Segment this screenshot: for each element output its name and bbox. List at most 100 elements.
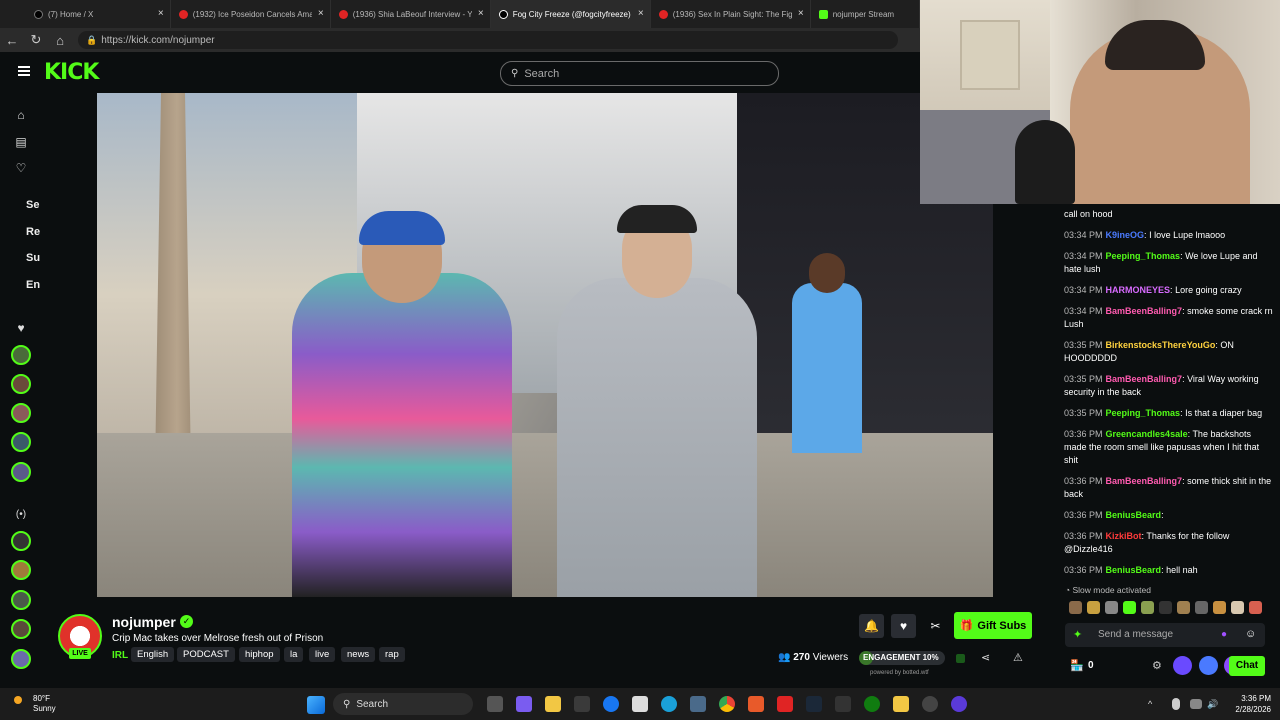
browse-icon[interactable]: ▤ [13, 134, 29, 150]
youtube-icon[interactable] [777, 696, 793, 712]
browser-tab[interactable]: (1936) Shia LaBeouf Interview - Yo × [331, 0, 491, 28]
chat-username[interactable]: HARMONEYES [1106, 285, 1171, 295]
share-icon[interactable]: ⋖ [981, 651, 990, 664]
settings-gear-icon[interactable]: ⚙ [1152, 659, 1162, 672]
browser-tab[interactable]: (1932) Ice Poseidon Cancels Amaz × [171, 0, 331, 28]
emoji-icon[interactable]: ☺ [1245, 628, 1256, 640]
close-icon[interactable]: × [478, 8, 484, 19]
emote[interactable] [1087, 601, 1100, 614]
close-icon[interactable]: × [638, 8, 644, 19]
chat-username[interactable]: BamBeenBalling7 [1106, 374, 1183, 384]
chevron-up-icon[interactable]: ^ [1148, 699, 1158, 709]
emote[interactable] [1177, 601, 1190, 614]
notes-icon[interactable] [893, 696, 909, 712]
chat-username[interactable]: BirkenstocksThereYouGo [1106, 340, 1216, 350]
send-message-input[interactable]: ✦ Send a message ● ☺ [1065, 623, 1265, 647]
chat-username[interactable]: Peeping_Thomas [1106, 251, 1181, 261]
taskbar-search[interactable]: ⚲ Search [333, 693, 473, 715]
browser-tab-active[interactable]: Fog City Freeze (@fogcityfreeze) | × [490, 0, 651, 28]
stream-tag[interactable]: hiphop [239, 647, 280, 662]
chat-username[interactable]: Peeping_Thomas [1106, 408, 1181, 418]
sidebar-section-label[interactable]: Re [26, 226, 40, 238]
reload-icon[interactable]: ↻ [24, 32, 48, 48]
amazon-icon[interactable] [632, 696, 648, 712]
chat-username[interactable]: Greencandles4sale [1106, 429, 1188, 439]
gif-icon[interactable] [1199, 656, 1218, 675]
chat-username[interactable]: BamBeenBalling7 [1106, 306, 1183, 316]
stream-tag[interactable]: rap [379, 647, 405, 662]
store-icon[interactable] [574, 696, 590, 712]
followed-channel-avatar[interactable] [11, 345, 31, 365]
facebook-icon[interactable] [603, 696, 619, 712]
task-view-icon[interactable] [487, 696, 503, 712]
store-icon[interactable]: 🏪 [1070, 659, 1084, 672]
emote[interactable] [1141, 601, 1154, 614]
emote[interactable] [1105, 601, 1118, 614]
chat-username[interactable]: BamBeenBalling7 [1106, 476, 1183, 486]
recommended-channel-avatar[interactable] [11, 649, 31, 669]
steam-icon[interactable] [806, 696, 822, 712]
sidebar-section-label[interactable]: Se [26, 199, 39, 211]
edge-icon[interactable] [661, 696, 677, 712]
emote[interactable] [1213, 601, 1226, 614]
browser-tab[interactable]: nojumper Stream [811, 0, 920, 28]
followed-channel-avatar[interactable] [11, 462, 31, 482]
file-explorer-icon[interactable] [545, 696, 561, 712]
stream-tag[interactable]: PODCAST [177, 647, 235, 662]
home-icon[interactable]: ⌂ [13, 107, 29, 123]
follow-heart-button[interactable]: ♥ [891, 614, 916, 638]
recommended-channel-avatar[interactable] [11, 560, 31, 580]
calculator-icon[interactable] [690, 696, 706, 712]
following-heart-icon[interactable]: ♡ [13, 160, 29, 176]
copilot-icon[interactable] [516, 696, 532, 712]
followed-channel-avatar[interactable] [11, 432, 31, 452]
gift-subs-button[interactable]: 🎁 Gift Subs [954, 612, 1032, 639]
recommended-channel-avatar[interactable] [11, 619, 31, 639]
sidebar-section-label[interactable]: En [26, 279, 40, 291]
stream-category[interactable]: IRL [112, 650, 128, 661]
close-icon[interactable]: × [798, 8, 804, 19]
chat-send-button[interactable]: Chat [1229, 656, 1265, 676]
display-icon[interactable] [1190, 699, 1202, 709]
emote[interactable] [1195, 601, 1208, 614]
hamburger-menu-icon[interactable] [18, 66, 30, 76]
chat-username[interactable]: KizkiBot [1106, 531, 1142, 541]
followed-channel-avatar[interactable] [11, 403, 31, 423]
home-icon[interactable]: ⌂ [48, 33, 72, 48]
7tv-icon[interactable] [1173, 656, 1192, 675]
vlc-icon[interactable] [748, 696, 764, 712]
microphone-icon[interactable] [1172, 698, 1180, 710]
app-icon[interactable] [951, 696, 967, 712]
browser-tab[interactable]: (7) Home / X × [26, 0, 171, 28]
browser-tab[interactable]: (1936) Sex In Plain Sight: The Figu × [651, 0, 811, 28]
app-icon[interactable] [835, 696, 851, 712]
chat-username[interactable]: BeniusBeard [1106, 565, 1162, 575]
url-field[interactable]: 🔒 https://kick.com/nojumper [78, 31, 898, 49]
stats-icon[interactable] [956, 654, 965, 663]
close-icon[interactable]: × [158, 8, 164, 19]
report-warning-icon[interactable]: ⚠ [1013, 651, 1023, 664]
emote[interactable] [1231, 601, 1244, 614]
emote[interactable] [1123, 601, 1136, 614]
kick-logo[interactable]: KICK [44, 60, 99, 85]
stream-tag[interactable]: English [131, 647, 175, 662]
system-clock[interactable]: 3:36 PM 2/28/2026 [1225, 693, 1271, 715]
xbox-icon[interactable] [864, 696, 880, 712]
windows-start-icon[interactable] [307, 696, 325, 714]
recommended-channel-avatar[interactable] [11, 590, 31, 610]
chat-username[interactable]: BeniusBeard [1106, 510, 1162, 520]
followed-channel-avatar[interactable] [11, 374, 31, 394]
recommended-channel-avatar[interactable] [11, 531, 31, 551]
volume-icon[interactable]: 🔊 [1207, 699, 1219, 709]
chat-username[interactable]: K9ineOG [1106, 230, 1145, 240]
chrome-icon[interactable] [719, 696, 735, 712]
clip-button[interactable]: ✂ [923, 614, 948, 638]
close-icon[interactable]: × [318, 8, 324, 19]
back-arrow-icon[interactable]: ← [0, 33, 24, 48]
weather-widget[interactable]: 80°F Sunny [33, 694, 56, 714]
stream-tag[interactable]: live [309, 647, 336, 662]
emote[interactable] [1159, 601, 1172, 614]
stream-tag[interactable]: la [284, 647, 304, 662]
notification-bell-button[interactable]: 🔔 [859, 614, 884, 638]
channel-name[interactable]: nojumper [112, 614, 176, 630]
